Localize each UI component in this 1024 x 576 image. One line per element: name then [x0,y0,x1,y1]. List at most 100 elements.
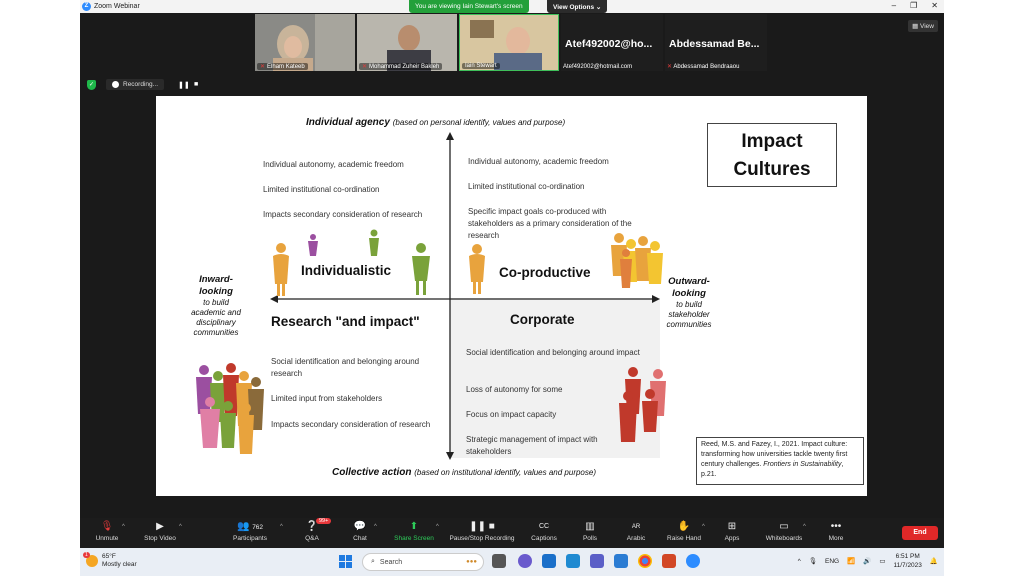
pause-stop-recording-button[interactable]: ❚❚ ■ Pause/Stop Recording [446,521,518,542]
qa-button[interactable]: 99+ ❔ Q&A [300,518,332,542]
tray-chevron-icon[interactable]: ^ [798,558,801,565]
name-tile-1[interactable]: Atef492002@ho... Atef492002@hotmail.com [561,14,663,71]
muted-mic-icon: ✕ [362,64,368,70]
figure-purple-small [308,234,318,256]
participants-glyph: 👥 [236,521,250,532]
polls-button[interactable]: ▥ Polls [580,521,600,542]
share-options-caret[interactable]: ^ [436,524,439,530]
security-shield-icon[interactable]: ✓ [87,80,96,90]
recording-controls-icon: ❚❚ ■ [469,521,495,532]
end-meeting-button[interactable]: End [902,526,938,540]
meeting-toolbar: 🎙 Unmute ^ ▶ Stop Video ^ 👥 762 Participant… [80,518,944,548]
captions-icon: CC [538,523,550,530]
chrome-icon[interactable] [638,554,652,568]
participant-name: ✕ Elham Kateeb [257,63,308,70]
edge-browser-icon[interactable] [566,554,580,568]
qa-label: Q&A [305,535,319,542]
clock[interactable]: 6:51 PM 11/7/2023 [893,552,921,570]
file-explorer-icon[interactable] [492,554,506,568]
captions-label: Captions [531,535,557,542]
participant-count: 762 [252,524,264,531]
participant-name-text: Elham Kateeb [267,64,305,70]
raise-hand-button[interactable]: ✋ Raise Hand [665,521,703,542]
outlook-icon[interactable] [542,554,556,568]
name-tile-2[interactable]: Abdessamad Be... ✕ Abdessamad Bendraaou [665,14,767,71]
figure-group-outward [611,233,663,288]
more-icon: ••• [830,521,842,532]
minimize-button[interactable]: – [892,1,896,10]
muted-microphone-icon: 🎙 [100,521,114,532]
qa-badge: 99+ [316,518,332,524]
taskbar-search[interactable]: ⌕ Search ●●● [362,553,484,571]
name-tile-subtitle-text: Abdessamad Bendraaou [673,64,740,70]
reactions-options-caret[interactable]: ^ [702,524,705,530]
language-interpretation-button[interactable]: AR Arabic [624,521,648,542]
stop-video-button[interactable]: ▶ Stop Video [142,521,178,542]
language-label: Arabic [626,535,646,542]
teams-chat-icon[interactable] [518,554,532,568]
recording-indicator: Recording... [106,79,165,90]
video-options-caret[interactable]: ^ [179,524,182,530]
window-controls: – ❐ ✕ [892,1,938,10]
whiteboard-options-caret[interactable]: ^ [803,524,806,530]
close-button[interactable]: ✕ [931,1,938,10]
battery-icon[interactable]: ▭ [879,557,885,565]
word-icon[interactable] [614,554,628,568]
weather-desc: Mostly clear [102,561,137,568]
input-language[interactable]: ENG [825,558,839,565]
figure-crowd-corporate [619,367,666,442]
chat-icon: 💬 [353,521,367,532]
share-screen-button[interactable]: ⬆ Share Screen [392,521,436,542]
viewing-screen-banner: You are viewing Iain Stewart's screen [409,0,529,13]
recording-bar: ✓ Recording... ❚❚ ■ [80,77,944,93]
apps-label: Apps [724,535,740,542]
weather-temp: 65°F [102,553,116,560]
teams-icon[interactable] [590,554,604,568]
video-tile-3-active-speaker[interactable]: Iain Stewart [459,14,559,71]
video-tile-1[interactable]: ✕ Elham Kateeb [255,14,355,71]
figure-green-right [412,243,430,295]
participants-button[interactable]: 👥 762 Participants [230,521,270,542]
chat-options-caret[interactable]: ^ [374,524,377,530]
figure-orange-left [273,243,289,296]
unmute-label: Unmute [95,535,119,542]
share-screen-icon: ⬆ [409,521,419,532]
audio-options-caret[interactable]: ^ [122,524,125,530]
video-tile-2[interactable]: ✕ Mohammad Zuheir Bakleh [357,14,457,71]
whiteboards-button[interactable]: ▭ Whiteboards [763,521,805,542]
chat-button[interactable]: 💬 Chat [348,521,372,542]
language-icon: AR [631,524,641,530]
weather-widget[interactable]: 1 65°F Mostly clear [83,552,137,569]
volume-icon[interactable]: 🔊 [863,557,871,565]
more-button[interactable]: ••• More [825,521,847,542]
powerpoint-icon[interactable] [662,554,676,568]
participants-options-caret[interactable]: ^ [280,524,283,530]
gallery-view-button[interactable]: ▦ View [908,20,938,32]
weather-badge: 1 [83,552,90,558]
windows-start-icon[interactable] [339,555,352,568]
polls-icon: ▥ [585,521,595,532]
stop-video-label: Stop Video [144,535,176,542]
pause-recording-button[interactable]: ❚❚ [178,81,190,89]
maximize-button[interactable]: ❐ [910,1,917,10]
zoom-taskbar-icon[interactable] [686,554,700,568]
stop-recording-button[interactable]: ■ [194,81,198,88]
notifications-icon[interactable]: 🔔 [930,557,938,565]
people-illustrations [196,229,666,454]
zoom-window: Z Zoom Webinar You are viewing Iain Stew… [80,0,944,576]
view-options-button[interactable]: View Options ⌄ [547,0,608,13]
captions-button[interactable]: CC Captions [529,521,559,542]
share-screen-label: Share Screen [394,535,434,542]
figure-green-small [369,229,379,256]
search-highlight-icon: ●●● [466,559,477,565]
apps-button[interactable]: ⊞ Apps [722,521,742,542]
search-icon: ⌕ [371,558,375,565]
wifi-icon[interactable]: 📶 [847,557,855,565]
participant-name: ✕ Mohammad Zuheir Bakleh [359,63,443,70]
unmute-button[interactable]: 🎙 Unmute [92,521,122,542]
participant-name-text: Mohammad Zuheir Bakleh [369,64,440,70]
polls-label: Polls [582,535,598,542]
name-tile-subtitle: Atef492002@hotmail.com [563,64,633,70]
microphone-tray-icon[interactable]: 🎙 [809,557,817,565]
clock-date: 11/7/2023 [893,562,922,569]
